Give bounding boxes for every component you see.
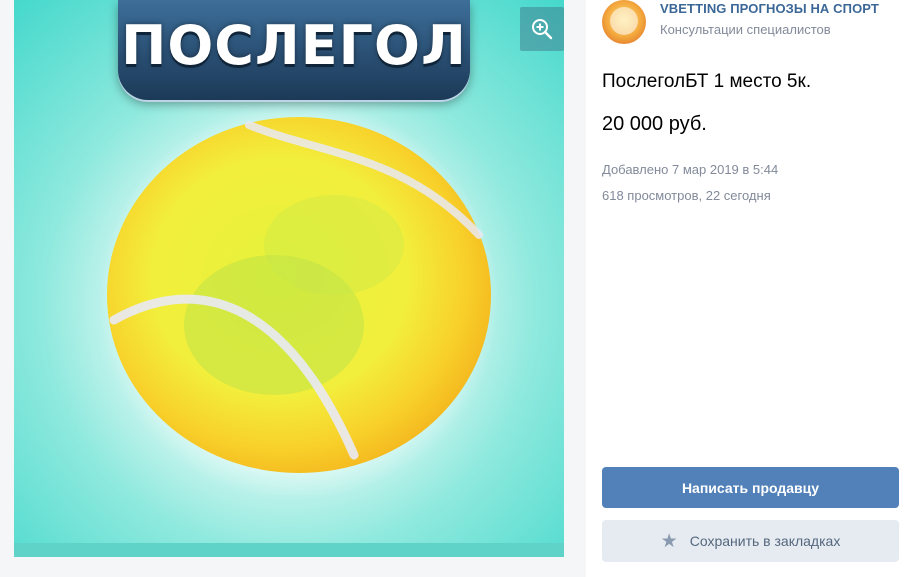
seller-avatar[interactable] xyxy=(602,0,646,44)
write-seller-button[interactable]: Написать продавцу xyxy=(602,467,899,508)
product-image[interactable]: ПОСЛЕГОЛ xyxy=(14,0,564,557)
star-icon: ★ xyxy=(660,530,678,552)
banner: ПОСЛЕГОЛ xyxy=(118,0,470,100)
save-bookmark-button[interactable]: ★ Сохранить в закладках xyxy=(602,520,899,562)
tennis-ball-image xyxy=(99,100,499,495)
banner-text: ПОСЛЕГОЛ xyxy=(121,14,467,77)
added-date: Добавлено 7 мар 2019 в 5:44 xyxy=(602,162,779,177)
avatar-logo xyxy=(610,7,638,35)
product-title: ПослеголБТ 1 место 5к. xyxy=(602,71,812,92)
seller-subtitle: Консультации специалистов xyxy=(660,22,831,37)
details-panel: VBETTING ПРОГНОЗЫ НА СПОРТ Консультации … xyxy=(586,0,907,577)
write-seller-label: Написать продавцу xyxy=(681,479,820,496)
image-bottom-strip xyxy=(14,543,564,557)
image-panel: ПОСЛЕГОЛ xyxy=(0,0,586,577)
save-bookmark-label: Сохранить в закладках xyxy=(689,533,841,549)
product-price: 20 000 руб. xyxy=(602,113,707,135)
zoom-in-icon xyxy=(532,19,553,40)
seller-name-link[interactable]: VBETTING ПРОГНОЗЫ НА СПОРТ xyxy=(660,1,879,16)
zoom-button[interactable] xyxy=(520,7,564,51)
views-count: 618 просмотров, 22 сегодня xyxy=(602,188,771,203)
